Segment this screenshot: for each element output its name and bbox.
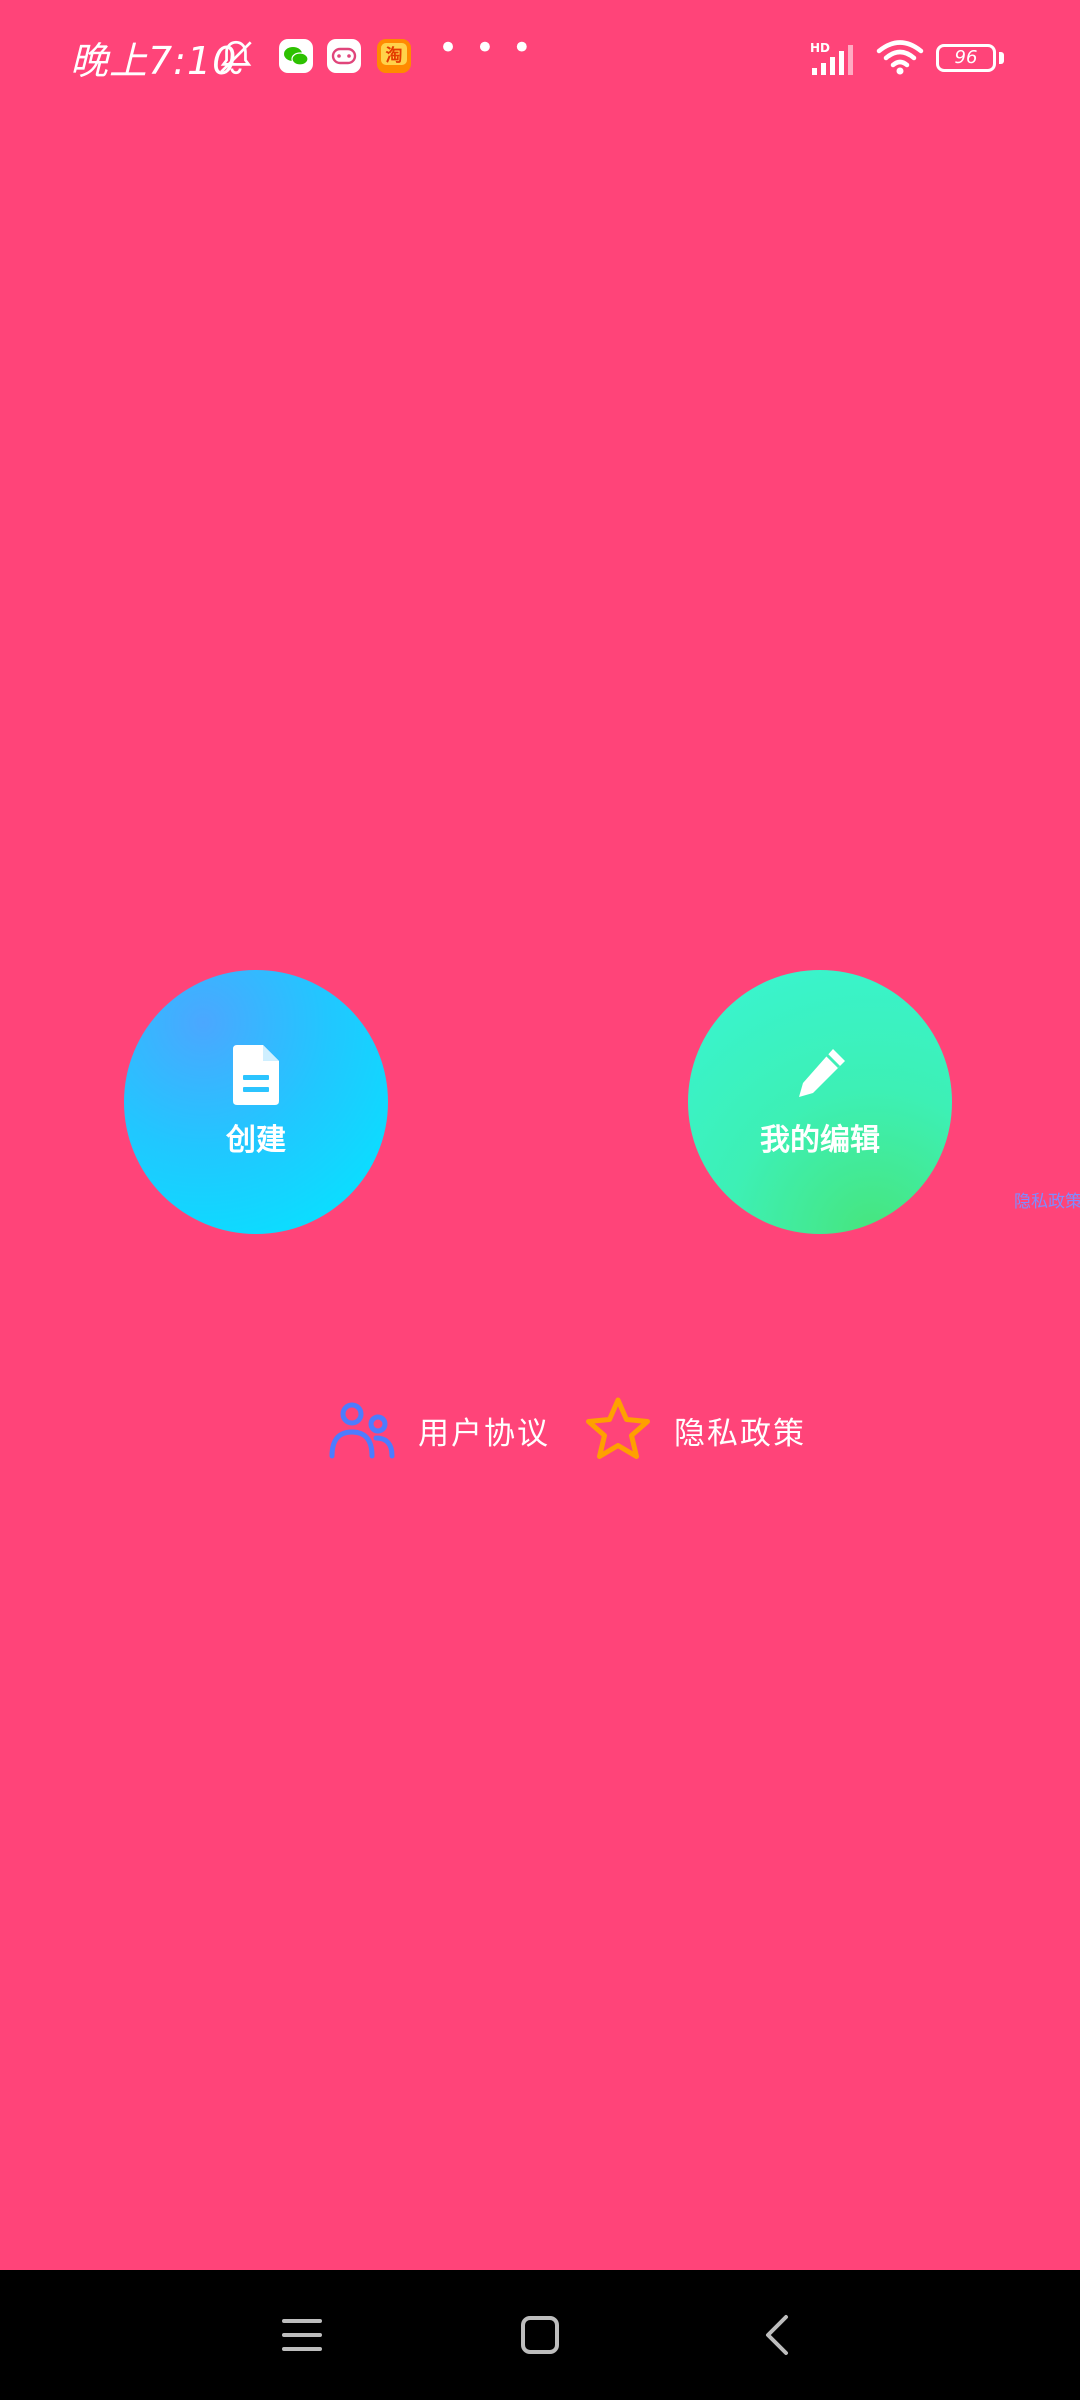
status-bar: 晚上7:10 淘 • • • HD 96 xyxy=(0,0,1080,120)
mute-bell-icon xyxy=(220,40,252,75)
svg-text:淘: 淘 xyxy=(386,45,403,66)
battery-level: 96 xyxy=(954,47,978,68)
my-edits-label: 我的编辑 xyxy=(760,1123,880,1158)
users-icon xyxy=(329,1402,395,1459)
user-agreement-label: 用户协议 xyxy=(418,1415,550,1452)
privacy-policy-label: 隐私政策 xyxy=(674,1415,806,1452)
star-icon xyxy=(586,1397,650,1459)
side-hint-text[interactable]: 隐私政策 xyxy=(1014,1187,1080,1212)
game-controller-icon xyxy=(327,39,361,73)
pencil-icon xyxy=(799,1049,845,1097)
user-agreement-link[interactable]: 用户协议 xyxy=(326,1390,550,1470)
create-button[interactable]: 创建 xyxy=(124,970,388,1234)
back-icon[interactable] xyxy=(746,2303,810,2367)
taobao-icon: 淘 xyxy=(377,39,411,73)
more-dots-icon: • • • xyxy=(438,28,535,68)
menu-icon[interactable] xyxy=(270,2303,334,2367)
home-icon[interactable] xyxy=(508,2303,572,2367)
my-edits-button[interactable]: 我的编辑 xyxy=(688,970,952,1234)
create-label: 创建 xyxy=(226,1123,286,1158)
svg-text:HD: HD xyxy=(810,41,830,55)
wifi-icon xyxy=(876,40,924,75)
status-time: 晚上7:10 xyxy=(70,39,238,83)
navigation-bar xyxy=(0,2270,1080,2400)
privacy-policy-link[interactable]: 隐私政策 xyxy=(582,1390,806,1470)
document-icon xyxy=(233,1045,279,1105)
hd-signal-icon: HD xyxy=(810,41,853,75)
battery-icon: 96 xyxy=(936,44,996,72)
wechat-icon xyxy=(279,39,313,73)
battery-cap xyxy=(999,52,1004,64)
